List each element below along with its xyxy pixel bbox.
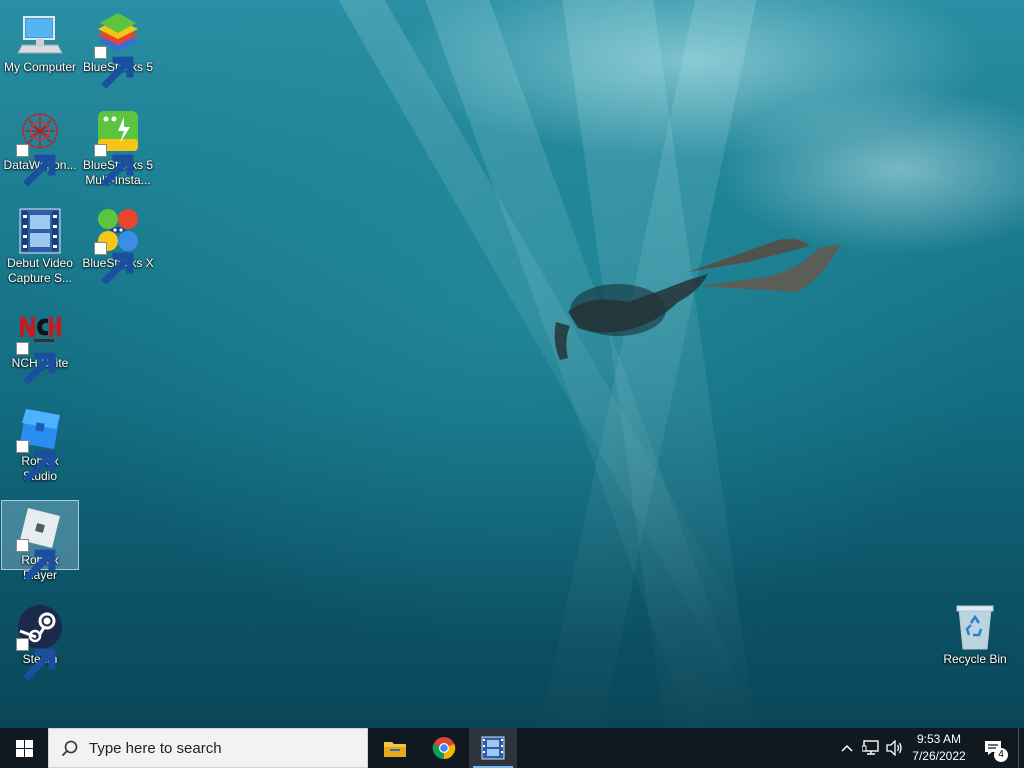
search-placeholder: Type here to search — [89, 740, 222, 757]
desktop-icon-nch-suite[interactable]: NCH Suite — [1, 304, 79, 385]
desktop-icon-bluestacks-multi-instance[interactable]: BlueStacks 5 Multi-Insta... — [79, 106, 157, 192]
windows-logo-icon — [16, 740, 33, 757]
desktop-icon-roblox-studio[interactable]: Roblox Studio — [1, 402, 79, 483]
network-button[interactable] — [860, 728, 882, 768]
search-icon — [61, 740, 78, 757]
show-desktop-button[interactable] — [1018, 728, 1024, 768]
debut-video-icon — [481, 736, 505, 760]
desktop-icon-label: Debut Video Capture S... — [7, 256, 73, 285]
desktop-icon-my-computer[interactable]: My Computer — [1, 8, 79, 80]
action-center-button[interactable]: 4 — [982, 728, 1008, 768]
taskbar-file-explorer[interactable] — [371, 728, 419, 768]
shortcut-arrow-icon — [94, 242, 134, 285]
desktop-icon-roblox-player[interactable]: Roblox Player — [1, 500, 79, 582]
shortcut-arrow-icon — [16, 144, 56, 187]
network-icon — [862, 740, 879, 755]
shortcut-arrow-icon — [94, 144, 134, 187]
notification-count-badge: 4 — [994, 748, 1008, 762]
taskbar: Type here to search 9:53 AM 7/26/2022 4 — [0, 728, 1024, 768]
desktop-icon-label: My Computer — [3, 60, 77, 74]
shortcut-arrow-icon — [16, 440, 56, 483]
taskbar-debut-video[interactable] — [469, 728, 517, 768]
diver-silhouette — [554, 238, 840, 360]
clock-date: 7/26/2022 — [912, 749, 966, 763]
computer-icon — [17, 16, 63, 54]
desktop-icon-bluestacks-x[interactable]: BlueStacks X — [79, 204, 157, 285]
desktop-icon-label: Recycle Bin — [943, 652, 1007, 666]
taskbar-clock[interactable]: 9:53 AM 7/26/2022 — [904, 728, 974, 768]
shortcut-arrow-icon — [94, 46, 134, 89]
shortcut-arrow-icon — [16, 638, 56, 681]
desktop-icon-debut-video-capture[interactable]: Debut Video Capture S... — [1, 204, 79, 290]
desktop-icon-recycle-bin[interactable]: Recycle Bin — [936, 600, 1014, 672]
chevron-up-icon — [841, 744, 853, 752]
desktop-icon-bluestacks-5[interactable]: BlueStacks 5 — [79, 8, 157, 89]
volume-icon — [886, 740, 902, 756]
taskbar-search-box[interactable]: Type here to search — [48, 728, 368, 768]
volume-button[interactable] — [884, 728, 906, 768]
desktop-background[interactable]: My Computer BlueStacks 5 DataWagon... Bl… — [0, 0, 1024, 728]
recycle-bin-icon — [956, 605, 994, 650]
clock-time: 9:53 AM — [916, 732, 962, 746]
file-explorer-icon — [384, 742, 406, 757]
start-button[interactable] — [0, 728, 48, 768]
desktop-icon-datawagon[interactable]: DataWagon... — [1, 106, 79, 187]
taskbar-chrome[interactable] — [420, 728, 468, 768]
shortcut-arrow-icon — [16, 539, 56, 582]
shortcut-arrow-icon — [16, 342, 56, 385]
debut-video-icon — [19, 208, 61, 254]
chrome-icon — [432, 737, 456, 760]
desktop-icon-steam[interactable]: Steam — [1, 600, 79, 681]
show-hidden-icons-button[interactable] — [838, 728, 856, 768]
